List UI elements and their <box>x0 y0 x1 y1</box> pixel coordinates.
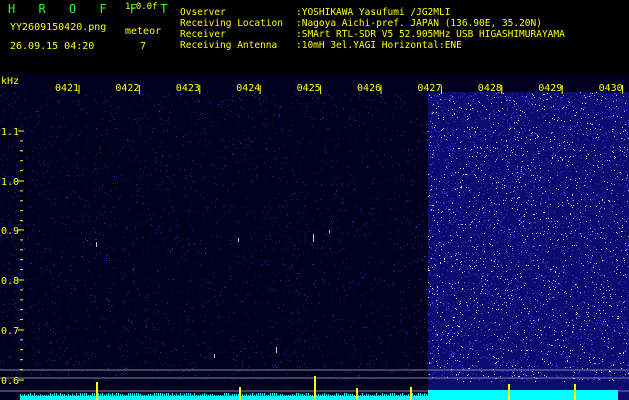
version-label: 1.0.0f <box>125 2 158 12</box>
x-tick-label: 0427 <box>417 83 441 94</box>
datetime-label: 26.09.15 04:20 <box>10 41 95 52</box>
info-value-receiver: :SMArt RTL-SDR V5 52.905MHz USB HIGASHIM… <box>296 29 565 40</box>
meteor-echo <box>96 242 97 247</box>
signal-spike <box>508 384 510 400</box>
filename-label: YY2609150420.png <box>10 22 107 33</box>
x-tick-label: 0429 <box>538 83 562 94</box>
event-count-label: 7 <box>140 41 147 52</box>
x-tick-label: 0430 <box>599 83 623 94</box>
y-tick-label: 0.7 <box>1 326 19 337</box>
x-tick-label: 0421 <box>55 83 79 94</box>
info-key-receiver: Receiver <box>180 29 226 40</box>
meteor-echo <box>238 238 239 242</box>
baseline-low <box>20 396 428 400</box>
x-tick-label: 0423 <box>176 83 200 94</box>
x-tick-label: 0428 <box>478 83 502 94</box>
event-type-label: meteor <box>125 26 162 37</box>
info-value-location: :Nagoya Aichi-pref. JAPAN (136.90E, 35.2… <box>296 18 542 29</box>
signal-spike <box>410 387 412 400</box>
signal-spike <box>314 376 316 400</box>
baseline-high <box>428 390 618 400</box>
info-value-antenna: :10mH 3el.YAGI Horizontal:ENE <box>296 40 462 51</box>
header-panel: H R O F F T 1.0.0f YY2609150420.png mete… <box>0 0 629 74</box>
x-tick-label: 0426 <box>357 83 381 94</box>
y-tick-label: 0.9 <box>1 226 19 237</box>
info-value-observer: :YOSHIKAWA Yasufumi /JG2MLI <box>296 7 451 18</box>
meteor-echo <box>329 230 330 233</box>
x-tick-label: 0424 <box>236 83 260 94</box>
y-tick-label: 1.1 <box>1 127 19 138</box>
meteor-echo <box>313 234 314 242</box>
x-tick-label: 0422 <box>115 83 139 94</box>
signal-spike <box>574 384 576 400</box>
meteor-echo <box>214 354 215 358</box>
signal-spike <box>96 382 98 400</box>
signal-spike <box>239 387 241 400</box>
y-tick-label: 0.6 <box>1 376 19 387</box>
x-tick-label: 0425 <box>297 83 321 94</box>
info-key-antenna: Receiving Antenna <box>180 40 278 51</box>
info-key-location: Receiving Location <box>180 18 283 29</box>
signal-spike <box>356 388 358 400</box>
meteor-echo <box>276 347 277 353</box>
y-tick-label: 0.8 <box>1 276 19 287</box>
y-unit-label: kHz <box>1 76 19 87</box>
spectrogram-plot: kHz 1.1 1.0 0.9 0.8 0.7 0.6 0421 0422 0423 0424 0… <box>0 74 629 400</box>
y-tick-label: 1.0 <box>1 177 19 188</box>
info-key-observer: Ovserver <box>180 7 226 18</box>
